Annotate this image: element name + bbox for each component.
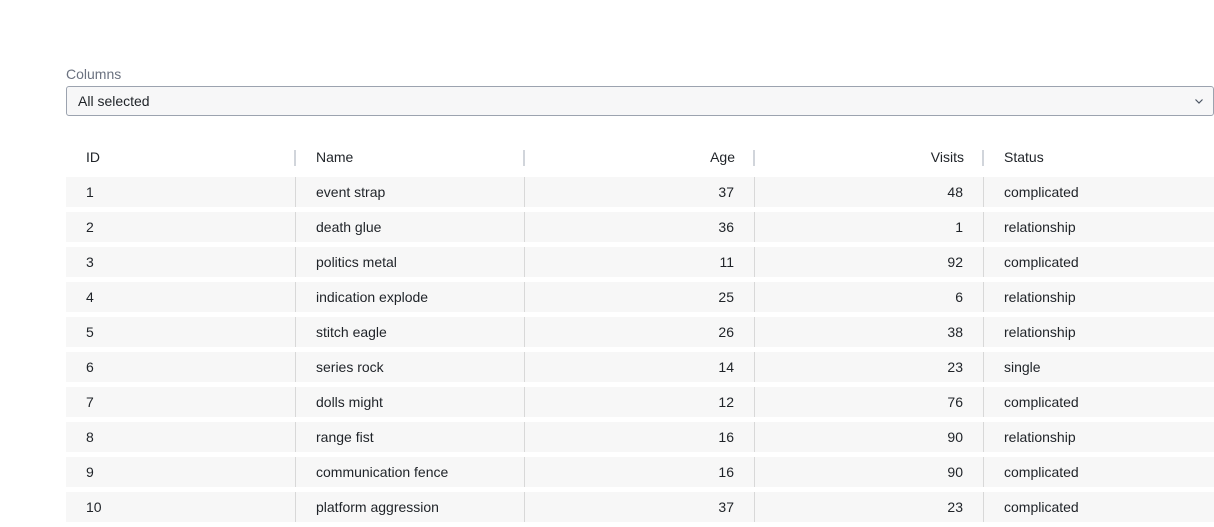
cell-age: 14 xyxy=(525,352,755,382)
cell-visits: 90 xyxy=(755,422,984,452)
table-row[interactable]: 3 politics metal 11 92 complicated xyxy=(66,247,1214,277)
cell-name: stitch eagle xyxy=(296,317,525,347)
cell-visits: 23 xyxy=(755,492,984,522)
cell-visits: 48 xyxy=(755,177,984,207)
cell-name: indication explode xyxy=(296,282,525,312)
cell-name: death glue xyxy=(296,212,525,242)
table-view: Columns All selected ID Name Age Visits … xyxy=(66,64,1214,527)
cell-name: range fist xyxy=(296,422,525,452)
cell-status: relationship xyxy=(984,282,1214,312)
column-header-id[interactable]: ID xyxy=(66,142,296,172)
column-header-status[interactable]: Status xyxy=(984,142,1214,172)
table-row[interactable]: 9 communication fence 16 90 complicated xyxy=(66,457,1214,487)
column-header-name[interactable]: Name xyxy=(296,142,525,172)
columns-select[interactable]: All selected xyxy=(66,86,1214,116)
cell-visits: 38 xyxy=(755,317,984,347)
columns-select-value: All selected xyxy=(78,93,150,109)
table-row[interactable]: 4 indication explode 25 6 relationship xyxy=(66,282,1214,312)
header-row: ID Name Age Visits Status xyxy=(66,142,1214,172)
cell-id: 4 xyxy=(66,282,296,312)
cell-name: communication fence xyxy=(296,457,525,487)
cell-age: 26 xyxy=(525,317,755,347)
cell-age: 12 xyxy=(525,387,755,417)
cell-visits: 92 xyxy=(755,247,984,277)
cell-visits: 23 xyxy=(755,352,984,382)
columns-label: Columns xyxy=(66,66,122,82)
cell-name: series rock xyxy=(296,352,525,382)
chevron-down-icon xyxy=(1195,99,1203,104)
cell-id: 2 xyxy=(66,212,296,242)
cell-name: event strap xyxy=(296,177,525,207)
cell-age: 37 xyxy=(525,177,755,207)
column-header-age[interactable]: Age xyxy=(525,142,755,172)
cell-visits: 1 xyxy=(755,212,984,242)
cell-id: 1 xyxy=(66,177,296,207)
cell-id: 8 xyxy=(66,422,296,452)
cell-age: 36 xyxy=(525,212,755,242)
table-row[interactable]: 7 dolls might 12 76 complicated xyxy=(66,387,1214,417)
cell-status: complicated xyxy=(984,387,1214,417)
cell-age: 16 xyxy=(525,422,755,452)
table-row[interactable]: 2 death glue 36 1 relationship xyxy=(66,212,1214,242)
cell-status: relationship xyxy=(984,422,1214,452)
cell-visits: 6 xyxy=(755,282,984,312)
cell-status: complicated xyxy=(984,247,1214,277)
cell-status: complicated xyxy=(984,177,1214,207)
cell-name: platform aggression xyxy=(296,492,525,522)
cell-id: 10 xyxy=(66,492,296,522)
data-table: ID Name Age Visits Status 1 event strap … xyxy=(66,137,1214,527)
cell-status: complicated xyxy=(984,457,1214,487)
cell-id: 5 xyxy=(66,317,296,347)
cell-id: 3 xyxy=(66,247,296,277)
cell-status: relationship xyxy=(984,317,1214,347)
cell-status: single xyxy=(984,352,1214,382)
table-row[interactable]: 6 series rock 14 23 single xyxy=(66,352,1214,382)
cell-age: 37 xyxy=(525,492,755,522)
cell-name: dolls might xyxy=(296,387,525,417)
cell-name: politics metal xyxy=(296,247,525,277)
cell-age: 11 xyxy=(525,247,755,277)
cell-status: relationship xyxy=(984,212,1214,242)
cell-visits: 76 xyxy=(755,387,984,417)
table-row[interactable]: 8 range fist 16 90 relationship xyxy=(66,422,1214,452)
cell-age: 25 xyxy=(525,282,755,312)
cell-age: 16 xyxy=(525,457,755,487)
cell-id: 7 xyxy=(66,387,296,417)
cell-status: complicated xyxy=(984,492,1214,522)
table-row[interactable]: 1 event strap 37 48 complicated xyxy=(66,177,1214,207)
table-row[interactable]: 5 stitch eagle 26 38 relationship xyxy=(66,317,1214,347)
cell-id: 6 xyxy=(66,352,296,382)
table-row[interactable]: 10 platform aggression 37 23 complicated xyxy=(66,492,1214,522)
column-header-visits[interactable]: Visits xyxy=(755,142,984,172)
cell-id: 9 xyxy=(66,457,296,487)
cell-visits: 90 xyxy=(755,457,984,487)
